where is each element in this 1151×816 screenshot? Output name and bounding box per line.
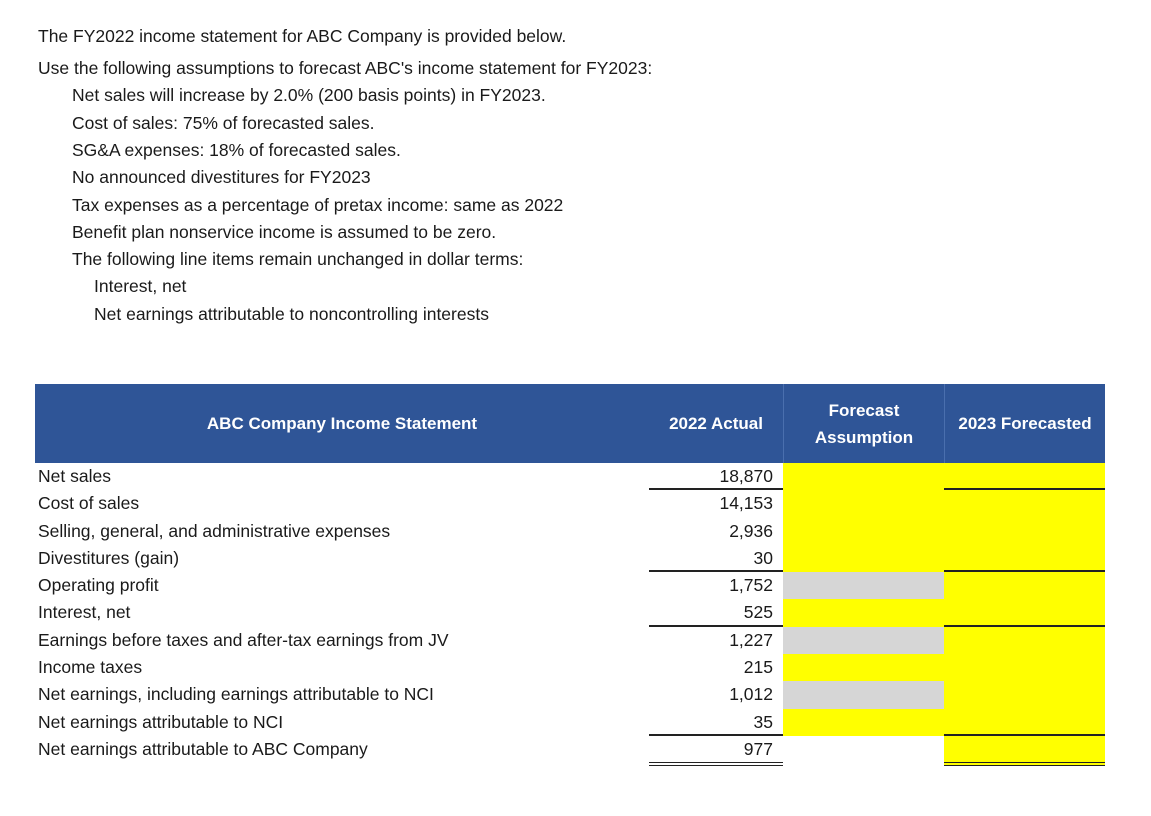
forecast-2023-cell[interactable] (944, 681, 1105, 709)
header-2023-forecasted: 2023 Forecasted (944, 384, 1105, 463)
assumption-item: Benefit plan nonservice income is assume… (72, 222, 497, 242)
assumption-item: The following line items remain unchange… (72, 249, 524, 269)
table-row: Net sales 18,870 (35, 463, 1105, 491)
table-header: ABC Company Income Statement 2022 Actual… (35, 384, 1105, 463)
assumption-item: SG&A expenses: 18% of forecasted sales. (72, 140, 401, 160)
header-2022-actual: 2022 Actual (669, 414, 763, 433)
row-label: Earnings before taxes and after-tax earn… (38, 629, 449, 650)
actual-2022-cell: 14,153 (719, 493, 773, 514)
actual-2022-cell: 525 (649, 599, 783, 627)
row-label: Net earnings attributable to NCI (38, 711, 284, 732)
assumption-item: Net sales will increase by 2.0% (200 bas… (72, 85, 546, 105)
row-label: Net earnings, including earnings attribu… (38, 684, 434, 705)
table-row: Earnings before taxes and after-tax earn… (35, 626, 1105, 655)
table-row: Net earnings attributable to NCI 35 (35, 708, 1105, 736)
forecast-2023-cell[interactable] (944, 626, 1105, 655)
actual-2022-cell: 35 (649, 709, 783, 736)
forecast-assumption-cell (783, 735, 944, 764)
row-label: Interest, net (38, 602, 131, 623)
actual-2022-cell: 2,936 (729, 520, 773, 541)
row-label: Income taxes (38, 657, 143, 678)
row-label: Net earnings attributable to ABC Company (38, 738, 368, 759)
table-row: Net earnings attributable to ABC Company… (35, 735, 1105, 766)
table-row: Selling, general, and administrative exp… (35, 517, 1105, 545)
row-label: Cost of sales (38, 493, 140, 514)
table-row: Net earnings, including earnings attribu… (35, 681, 1105, 709)
forecast-2023-cell[interactable] (944, 708, 1105, 736)
actual-2022-cell: 30 (649, 545, 783, 573)
table-row: Operating profit 1,752 (35, 572, 1105, 600)
header-statement-title: ABC Company Income Statement (206, 414, 478, 433)
assumption-item: Tax expenses as a percentage of pretax i… (72, 195, 564, 215)
unchanged-item: Net earnings attributable to noncontroll… (94, 304, 489, 324)
forecast-2023-cell[interactable] (944, 572, 1105, 600)
table-row: Divestitures (gain) 30 (35, 544, 1105, 573)
forecast-2023-cell[interactable] (944, 599, 1105, 627)
header-forecast-assumption: Forecast Assumption (783, 384, 944, 463)
forecast-2023-cell[interactable] (944, 490, 1105, 518)
unchanged-item: Interest, net (94, 276, 187, 296)
forecast-2023-cell[interactable] (944, 735, 1105, 766)
forecast-assumption-cell[interactable] (783, 490, 944, 518)
forecast-2023-cell[interactable] (944, 517, 1105, 545)
forecast-2023-cell[interactable] (944, 544, 1105, 573)
forecast-assumption-cell[interactable] (783, 544, 944, 573)
assumption-item: No announced divestitures for FY2023 (72, 167, 371, 187)
table-row: Cost of sales 14,153 (35, 490, 1105, 518)
row-label: Selling, general, and administrative exp… (38, 520, 391, 541)
actual-2022-cell: 215 (743, 657, 773, 678)
actual-2022-cell: 1,752 (729, 575, 773, 596)
actual-2022-cell: 1,012 (729, 684, 773, 705)
assumption-item: Cost of sales: 75% of forecasted sales. (72, 113, 375, 133)
forecast-assumption-cell[interactable] (783, 654, 944, 682)
actual-2022-cell: 977 (649, 736, 783, 766)
forecast-assumption-cell[interactable] (783, 708, 944, 736)
row-label: Operating profit (38, 575, 159, 596)
forecast-assumption-cell (783, 681, 944, 709)
forecast-assumption-cell[interactable] (783, 463, 944, 491)
actual-2022-cell: 18,870 (649, 463, 783, 491)
intro-instruction: Use the following assumptions to forecas… (38, 58, 653, 78)
row-label: Divestitures (gain) (38, 547, 180, 568)
forecast-2023-cell[interactable] (944, 463, 1105, 491)
actual-2022-cell: 1,227 (729, 629, 773, 650)
intro-title: The FY2022 income statement for ABC Comp… (38, 26, 567, 46)
income-statement-table: ABC Company Income Statement 2022 Actual… (35, 384, 1105, 766)
row-label: Net sales (38, 466, 111, 486)
forecast-assumption-cell[interactable] (783, 517, 944, 545)
forecast-2023-cell[interactable] (944, 654, 1105, 682)
forecast-assumption-cell (783, 626, 944, 655)
forecast-assumption-cell (783, 572, 944, 600)
table-row: Income taxes 215 (35, 654, 1105, 682)
table-row: Interest, net 525 (35, 599, 1105, 627)
forecast-assumption-cell[interactable] (783, 599, 944, 627)
